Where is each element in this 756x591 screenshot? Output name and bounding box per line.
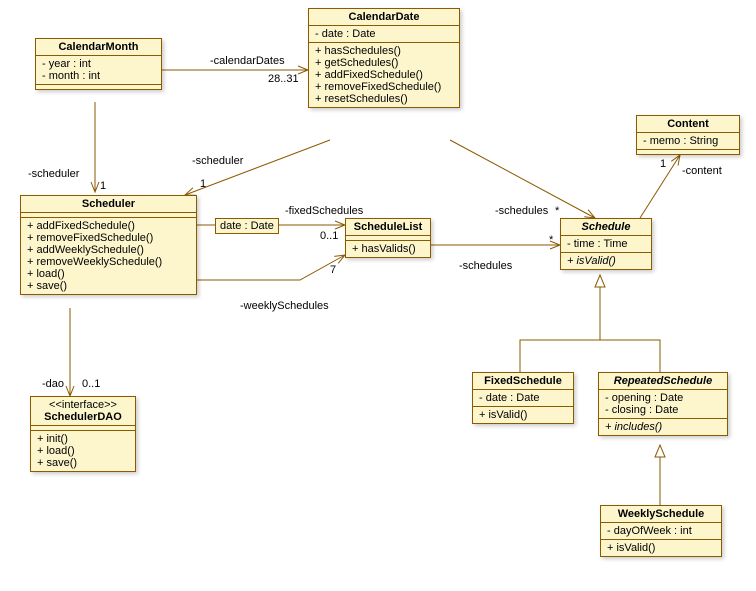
- class-name: RepeatedSchedule: [599, 373, 727, 390]
- class-scheduler-dao: <<interface>> SchedulerDAO + init() + lo…: [30, 396, 136, 472]
- attrs: - memo : String: [637, 133, 739, 150]
- attr: - month : int: [42, 70, 155, 82]
- ops: + init() + load() + save(): [31, 431, 135, 471]
- op: + removeFixedSchedule(): [315, 81, 453, 93]
- op: + hasValids(): [352, 243, 424, 255]
- attrs: - date : Date: [309, 26, 459, 43]
- class-name: <<interface>> SchedulerDAO: [31, 397, 135, 426]
- ops: + hasSchedules() + getSchedules() + addF…: [309, 43, 459, 107]
- attrs: - dayOfWeek : int: [601, 523, 721, 540]
- attr: - closing : Date: [605, 404, 721, 416]
- class-weekly-schedule: WeeklySchedule - dayOfWeek : int + isVal…: [600, 505, 722, 557]
- class-name: Scheduler: [21, 196, 196, 213]
- class-name: FixedSchedule: [473, 373, 573, 390]
- op: + save(): [37, 457, 129, 469]
- ops: [637, 150, 739, 154]
- class-scheduler: Scheduler + addFixedSchedule() + removeF…: [20, 195, 197, 295]
- class-name: ScheduleList: [346, 219, 430, 236]
- label-fixed-schedules: -fixedSchedules: [285, 205, 363, 217]
- ops: + isValid(): [473, 407, 573, 423]
- attrs: - date : Date: [473, 390, 573, 407]
- label-content: -content: [682, 165, 722, 177]
- class-repeated-schedule: RepeatedSchedule - opening : Date - clos…: [598, 372, 728, 436]
- label-schedules-2: -schedules: [459, 260, 512, 272]
- op: + addWeeklySchedule(): [27, 244, 190, 256]
- class-calendar-month: CalendarMonth - year : int - month : int: [35, 38, 162, 90]
- ops: + hasValids(): [346, 241, 430, 257]
- label-dao: -dao: [42, 378, 64, 390]
- ops: + isValid(): [561, 253, 651, 269]
- class-schedule: Schedule - time : Time + isValid(): [560, 218, 652, 270]
- label-seven: 7: [330, 264, 336, 276]
- ops: + includes(): [599, 419, 727, 435]
- class-name: Content: [637, 116, 739, 133]
- op: + isValid(): [479, 409, 567, 421]
- attrs: - time : Time: [561, 236, 651, 253]
- class-schedulelist: ScheduleList + hasValids(): [345, 218, 431, 258]
- attr: - year : int: [42, 58, 155, 70]
- attr: - opening : Date: [605, 392, 721, 404]
- class-name: Schedule: [561, 219, 651, 236]
- attr: - memo : String: [643, 135, 733, 147]
- attrs: - year : int - month : int: [36, 56, 161, 85]
- class-name-text: SchedulerDAO: [44, 411, 122, 423]
- op: + load(): [27, 268, 190, 280]
- op: + hasSchedules(): [315, 45, 453, 57]
- label-star-1: *: [555, 205, 559, 217]
- op: + load(): [37, 445, 129, 457]
- label-one-c: 1: [660, 158, 666, 170]
- label-mult-2831: 28..31: [268, 73, 299, 85]
- op: + resetSchedules(): [315, 93, 453, 105]
- label-scheduler-1: -scheduler: [28, 168, 79, 180]
- label-calendar-dates: -calendarDates: [210, 55, 285, 67]
- op: + removeWeeklySchedule(): [27, 256, 190, 268]
- label-one-a: 1: [100, 180, 106, 192]
- op: + addFixedSchedule(): [27, 220, 190, 232]
- class-fixed-schedule: FixedSchedule - date : Date + isValid(): [472, 372, 574, 424]
- label-scheduler-2: -scheduler: [192, 155, 243, 167]
- class-name: CalendarDate: [309, 9, 459, 26]
- attr: - date : Date: [479, 392, 567, 404]
- attr: - date : Date: [315, 28, 453, 40]
- ops: + addFixedSchedule() + removeFixedSchedu…: [21, 218, 196, 294]
- class-name: CalendarMonth: [36, 39, 161, 56]
- label-one-b: 1: [200, 178, 206, 190]
- label-star-2: *: [549, 234, 553, 246]
- op: + addFixedSchedule(): [315, 69, 453, 81]
- stereotype: <<interface>>: [37, 399, 129, 411]
- class-calendar-date: CalendarDate - date : Date + hasSchedule…: [308, 8, 460, 108]
- label-schedules-1: -schedules: [495, 205, 548, 217]
- attrs: - opening : Date - closing : Date: [599, 390, 727, 419]
- ops: + isValid(): [601, 540, 721, 556]
- assoc-class-date: date : Date: [215, 218, 279, 234]
- label-mult01b: 0..1: [82, 378, 100, 390]
- label-weekly-schedules: -weeklySchedules: [240, 300, 329, 312]
- op: + isValid(): [567, 255, 645, 267]
- ops: [36, 85, 161, 89]
- op: + removeFixedSchedule(): [27, 232, 190, 244]
- op: + getSchedules(): [315, 57, 453, 69]
- attr: - time : Time: [567, 238, 645, 250]
- op: + save(): [27, 280, 190, 292]
- class-content: Content - memo : String: [636, 115, 740, 155]
- class-name: WeeklySchedule: [601, 506, 721, 523]
- attr: - dayOfWeek : int: [607, 525, 715, 537]
- op: + isValid(): [607, 542, 715, 554]
- op: + includes(): [605, 421, 721, 433]
- op: + init(): [37, 433, 129, 445]
- label-mult01: 0..1: [320, 230, 338, 242]
